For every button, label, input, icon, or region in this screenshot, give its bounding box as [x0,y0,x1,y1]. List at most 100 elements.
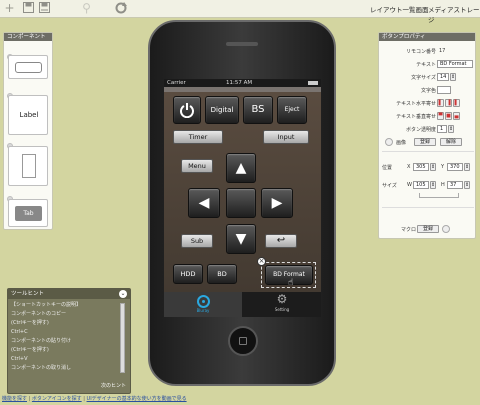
find-icon-link[interactable]: ボタンアイコンを探す [32,396,82,402]
carrier-text: Carrier [167,80,186,86]
valign-label: テキスト垂直寄せ [396,114,436,120]
down-arrow-button[interactable]: ▼ [226,224,256,254]
tool-hint-panel: ツールヒント ⌄ 【ショートカットキーの説明】 コンポーネントのコピー (Ctr… [7,288,131,394]
hint-line: (Ctrlキーを押す) [11,347,49,353]
font-size-input[interactable]: 14 [437,73,449,81]
save-as-icon[interactable] [38,2,51,15]
text-input[interactable]: BD Format [437,60,473,68]
valign-bottom-button[interactable]: ▄ [453,112,460,120]
video-guide-link[interactable]: UIデザイナーの基本的な使い方を動画で見る [87,396,187,402]
eject-button[interactable]: Eject [277,96,307,124]
layout-list-link[interactable]: レイアウト一覧画面 [370,4,429,14]
disc-icon [196,295,210,308]
valign-top-button[interactable]: ▀ [437,112,444,120]
text-label: テキスト [416,62,436,68]
hint-line: コンポーネントの取り消し [11,365,72,371]
size-h-input[interactable]: 37 [447,181,463,189]
image-label: 画像 [396,140,407,146]
phone-speaker [226,42,258,46]
halign-left-button[interactable]: ▌ [437,99,444,107]
collapse-icon[interactable]: ⌄ [119,290,127,298]
hint-line: コンポーネントの貼り付け [11,338,72,344]
bottom-links: 機能を探す | ボタンアイコンを探す | UIデザイナーの基本的な使い方を動画で… [2,395,187,402]
halign-center-button[interactable]: ▐ [445,99,452,107]
hint-line: 【ショートカットキーの説明】 [11,302,82,308]
input-button[interactable]: Input [263,130,309,144]
power-button[interactable] [173,96,201,124]
macro-toggle-icon[interactable] [442,225,450,233]
hint-line: Ctrl+V [11,356,28,362]
pos-x-input[interactable]: 305 [413,163,429,171]
opacity-input[interactable]: 1 [437,125,447,133]
digital-button[interactable]: Digital [205,96,239,124]
status-bar: Carrier 11:57 AM [164,79,321,87]
component-label[interactable]: Label [8,95,48,135]
image-toggle-icon[interactable] [385,138,393,146]
media-storage-link[interactable]: メディアストレージ [428,4,480,24]
macro-register-button[interactable]: 登録 [417,225,439,233]
image-delete-button[interactable]: 解除 [440,138,462,146]
pos-x-label: X [407,164,411,170]
delete-selection-icon[interactable]: × [257,257,266,266]
bd-button[interactable]: BD [207,264,237,284]
home-button[interactable] [228,326,258,356]
divider [382,207,474,208]
size-w-input[interactable]: 105 [413,181,429,189]
phone-screen: Carrier 11:57 AM Digital BS Eject Timer … [164,79,321,317]
size-w-stepper[interactable]: ⇕ [430,181,436,189]
pos-x-stepper[interactable]: ⇕ [430,163,436,171]
properties-panel-title: ボタンプロパティ [379,33,475,41]
size-h-stepper[interactable]: ⇕ [464,181,470,189]
divider [382,151,474,152]
text-color-swatch[interactable] [437,86,451,94]
image-register-button[interactable]: 登録 [414,138,436,146]
menu-button[interactable]: Menu [181,159,213,173]
textbox-preview [15,62,42,73]
right-arrow-button[interactable]: ▶ [261,188,293,218]
center-button[interactable] [226,188,256,218]
tab-bluray-label: Bluray [196,308,210,313]
tool-hint-title: ツールヒント [8,289,130,299]
pos-y-input[interactable]: 370 [447,163,463,171]
label-item: Label [19,111,39,119]
save-icon[interactable] [22,2,35,15]
pos-y-stepper[interactable]: ⇕ [464,163,470,171]
component-textbox[interactable] [8,55,48,79]
time-text: 11:57 AM [226,80,253,86]
timer-button[interactable]: Timer [173,130,223,144]
return-icon: ↩ [276,235,286,246]
refresh-icon[interactable] [114,2,127,15]
find-feature-link[interactable]: 機能を探す [2,396,27,402]
font-size-label: 文字サイズ [411,75,436,81]
gear-icon: ⚙ [276,292,288,306]
component-image[interactable] [8,146,48,186]
hint-scrollbar[interactable] [120,303,125,373]
size-h-label: H [441,182,445,188]
tab-setting[interactable]: ⚙ Setting [243,292,321,317]
components-panel: コンポーネント Label Tab [3,32,53,230]
tab-bluray[interactable]: Bluray [164,292,242,317]
return-button[interactable]: ↩ [265,234,297,248]
hint-line: コンポーネントのコピー [11,311,67,317]
aspect-link-icon[interactable] [419,193,459,198]
search-icon[interactable]: ⚲ [80,2,93,15]
hint-line: Ctrl+C [11,329,28,335]
sub-button[interactable]: Sub [181,234,213,248]
hint-line: (Ctrlキーを押す) [11,320,49,326]
plus-icon[interactable]: + [3,2,16,15]
up-arrow-button[interactable]: ▲ [226,153,256,183]
component-tab[interactable]: Tab [8,199,48,227]
bs-button[interactable]: BS [243,96,273,124]
home-square [239,337,247,345]
components-panel-title: コンポーネント [4,33,52,41]
disc-center [201,300,205,303]
next-hint-link[interactable]: 次のヒント [101,382,126,389]
position-label: 位置 [382,165,393,171]
left-arrow-button[interactable]: ◀ [188,188,220,218]
opacity-stepper[interactable]: ⇕ [448,125,454,133]
valign-middle-button[interactable]: ■ [445,112,452,120]
halign-right-button[interactable]: ▌ [453,99,460,107]
font-size-stepper[interactable]: ⇕ [450,73,456,81]
size-w-label: W [407,182,412,188]
hdd-button[interactable]: HDD [173,264,203,284]
